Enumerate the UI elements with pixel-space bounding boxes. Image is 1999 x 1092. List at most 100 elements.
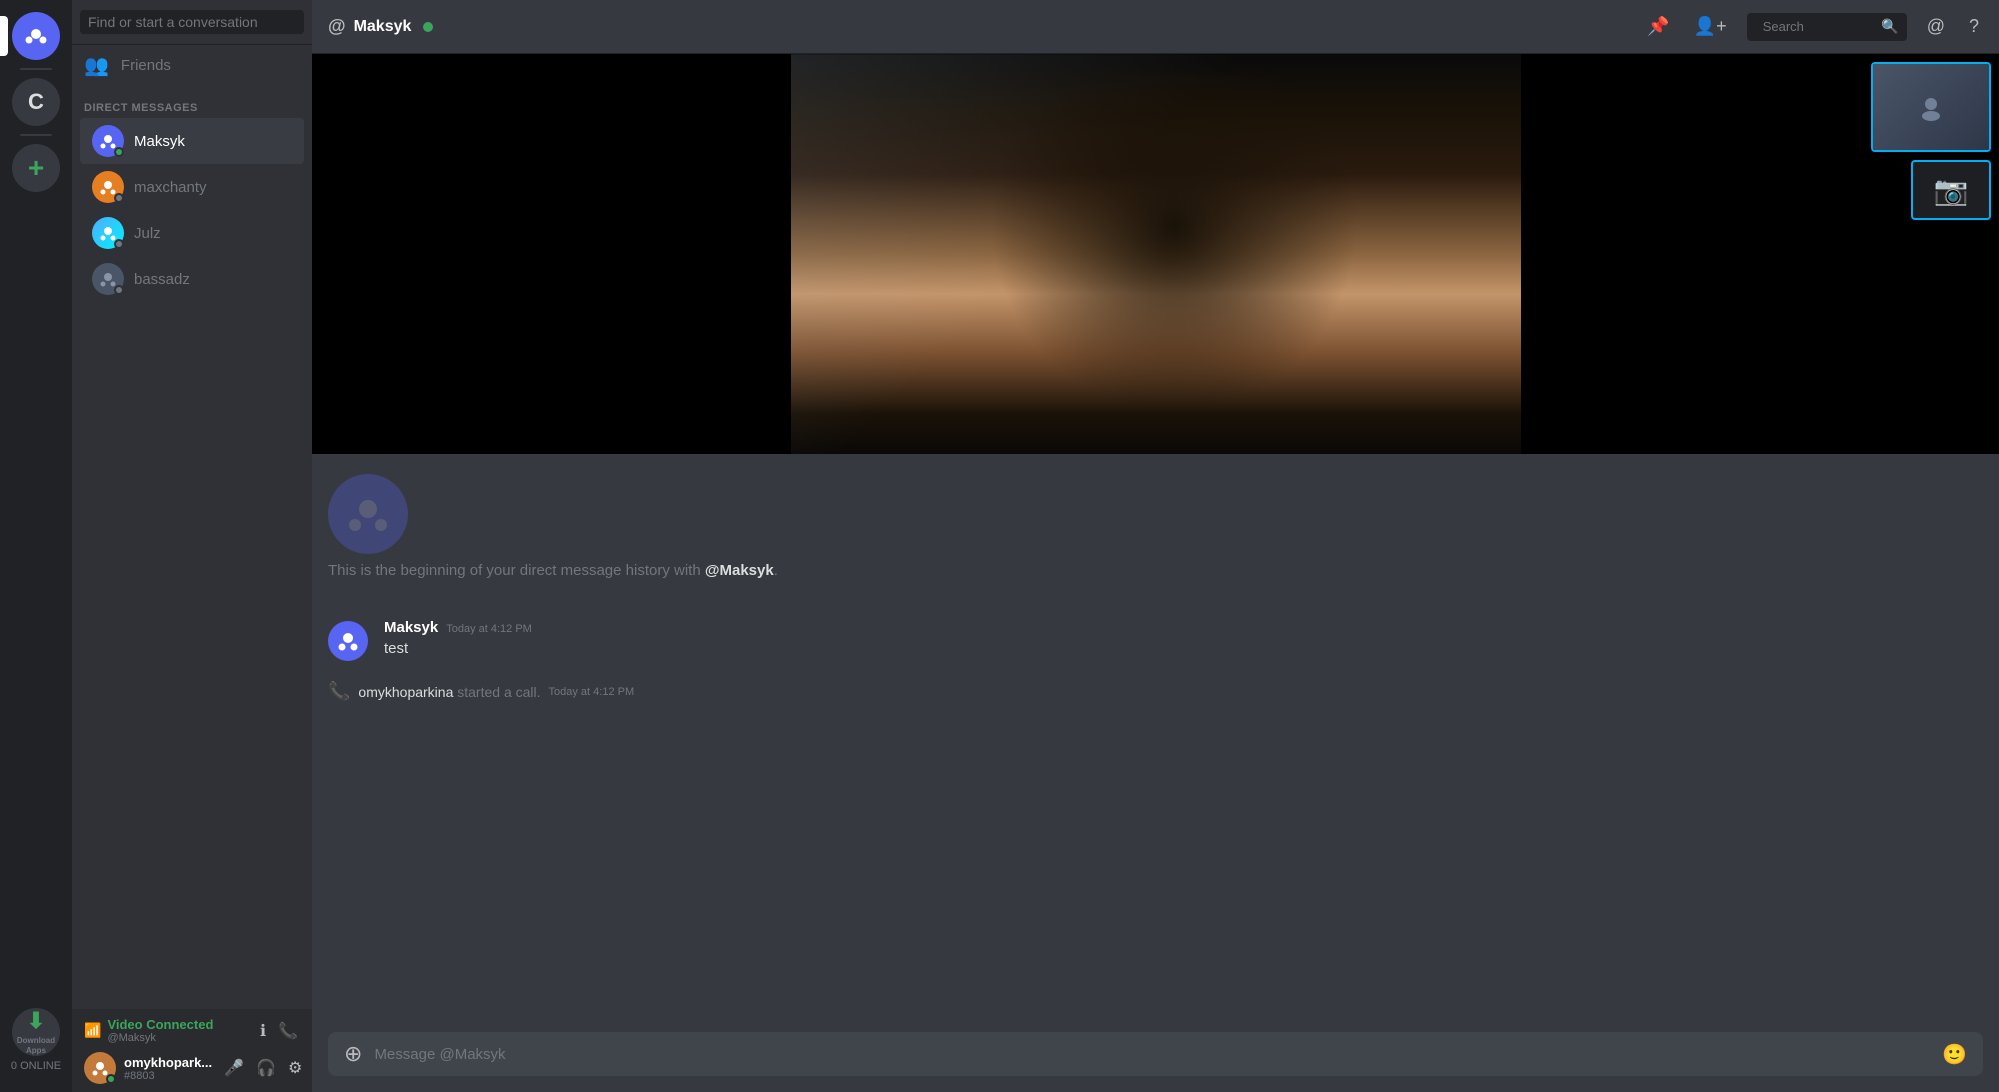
header-search-input[interactable] [1755,15,1882,38]
dm-list: Maksyk maxchanty [72,118,312,1009]
phone-icon: 📞 [328,681,350,702]
add-server-button[interactable]: + [12,144,60,192]
header-search-box: 🔍 [1747,13,1907,41]
friends-icon: 👥 [84,53,109,78]
vc-disconnect-button[interactable]: 📞 [276,1019,300,1043]
user-area: 📶 Video Connected @Maksyk ℹ 📞 [72,1009,312,1092]
avatar-wrap-julz [92,217,124,249]
status-dot-bassadz-offline [114,285,124,295]
add-friend-button[interactable]: 👤+ [1690,12,1731,41]
video-connected-section: 📶 Video Connected @Maksyk ℹ 📞 [84,1017,300,1044]
message-group: Maksyk Today at 4:12 PM test [328,615,1983,665]
server-letter: C [28,89,44,115]
download-apps-button[interactable]: ⬇ Download Apps [12,1008,60,1056]
dm-item-maxchanty[interactable]: maxchanty [80,164,304,210]
user-action-buttons: 🎤 🎧 ⚙ [220,1054,306,1082]
caller-name: omykhoparkina [358,684,453,700]
avatar-wrap-maxchanty [92,171,124,203]
avatar-wrap-bassadz [92,263,124,295]
user-info: omykhopark... #8803 [124,1055,212,1082]
at-symbol: @ [328,16,346,37]
call-text: omykhoparkina started a call. [358,684,540,700]
search-input[interactable] [80,10,304,34]
call-timestamp: Today at 4:12 PM [549,686,635,698]
header-username: Maksyk [354,18,412,36]
status-dot-julz-offline [114,239,124,249]
video-left-black [312,54,791,454]
deafen-button[interactable]: 🎧 [252,1054,280,1082]
online-count: 0 ONLINE [11,1060,61,1072]
messages-area: This is the beginning of your direct mes… [312,454,1999,1032]
online-badge [423,22,433,32]
help-button[interactable]: ? [1965,12,1983,41]
message-avatar-maksyk [328,621,368,661]
signal-bars-icon: 📶 [84,1022,101,1039]
server-separator [20,68,52,70]
video-connected-text: Video Connected @Maksyk [107,1017,213,1044]
download-arrow-icon: ⬇ [27,1008,45,1034]
video-area: 📷 [312,54,1999,454]
vc-actions: ℹ 📞 [258,1019,300,1043]
emoji-button[interactable]: 🙂 [1938,1038,1971,1071]
user-avatar-wrap [84,1052,116,1084]
message-timestamp: Today at 4:12 PM [446,623,532,635]
status-dot-maksyk-online [114,147,124,157]
dm-item-bassadz[interactable]: bassadz [80,256,304,302]
camera-off-tile[interactable]: 📷 [1911,160,1991,220]
video-outer [312,54,1999,454]
thumbnail-image [1873,64,1989,150]
plus-icon: ⊕ [344,1041,362,1067]
friends-label: Friends [121,57,171,74]
history-mention: @Maksyk [705,562,774,579]
server-separator-2 [20,134,52,136]
message-content: Maksyk Today at 4:12 PM test [384,619,1983,661]
main-area: @ Maksyk 📌 👤+ 🔍 @ ? [312,0,1999,1092]
dm-name-bassadz: bassadz [134,271,190,288]
message-input-area: ⊕ 🙂 [312,1032,1999,1092]
search-header-icon: 🔍 [1881,18,1898,35]
pin-button[interactable]: 📌 [1643,12,1673,41]
server-c-icon[interactable]: C [12,78,60,126]
settings-button[interactable]: ⚙ [284,1054,306,1082]
history-text-start: This is the beginning of your direct mes… [328,562,705,579]
header-actions: 📌 👤+ 🔍 @ ? [1643,12,1983,41]
dm-name-maxchanty: maxchanty [134,179,207,196]
video-center [791,54,1521,454]
message-text: test [384,638,1983,659]
mention-button[interactable]: @ [1923,12,1949,41]
discord-home-button[interactable] [12,12,60,60]
vc-channel: @Maksyk [107,1032,213,1044]
call-text-body: started a call. [453,684,540,700]
chat-header: @ Maksyk 📌 👤+ 🔍 @ ? [312,0,1999,54]
vc-info-button[interactable]: ℹ [258,1019,268,1043]
user-tag: #8803 [124,1070,212,1082]
user-status-dot [106,1074,116,1084]
header-title: @ Maksyk [328,16,433,37]
vc-label: Video Connected [107,1017,213,1032]
dm-name-maksyk: Maksyk [134,133,185,150]
avatar-wrap-maksyk [92,125,124,157]
channel-sidebar: 👥 Friends DIRECT MESSAGES Maksyk [72,0,312,1092]
server-rail: C + ⬇ Download Apps 0 ONLINE [0,0,72,1092]
user-name: omykhopark... [124,1055,212,1070]
mute-button[interactable]: 🎤 [220,1054,248,1082]
camera-off-icon: 📷 [1934,174,1969,207]
video-connected-info: 📶 Video Connected @Maksyk [84,1017,213,1044]
dm-name-julz: Julz [134,225,161,242]
message-header: Maksyk Today at 4:12 PM [384,619,1983,636]
history-text-end: . [774,562,778,579]
add-attachment-button[interactable]: ⊕ [340,1037,366,1071]
message-input[interactable] [374,1036,1930,1073]
friends-nav-item[interactable]: 👥 Friends [72,45,312,86]
user-controls: omykhopark... #8803 🎤 🎧 ⚙ [84,1052,300,1084]
history-text: This is the beginning of your direct mes… [328,562,1983,579]
message-input-box: ⊕ 🙂 [328,1032,1983,1076]
status-dot-maxchanty-offline [114,193,124,203]
dm-item-julz[interactable]: Julz [80,210,304,256]
video-thumbnail[interactable] [1871,62,1991,152]
history-avatar [328,474,408,554]
history-start: This is the beginning of your direct mes… [328,474,1983,579]
dm-item-maksyk[interactable]: Maksyk [80,118,304,164]
call-notification: 📞 omykhoparkina started a call. Today at… [328,677,1983,706]
message-author: Maksyk [384,619,438,636]
